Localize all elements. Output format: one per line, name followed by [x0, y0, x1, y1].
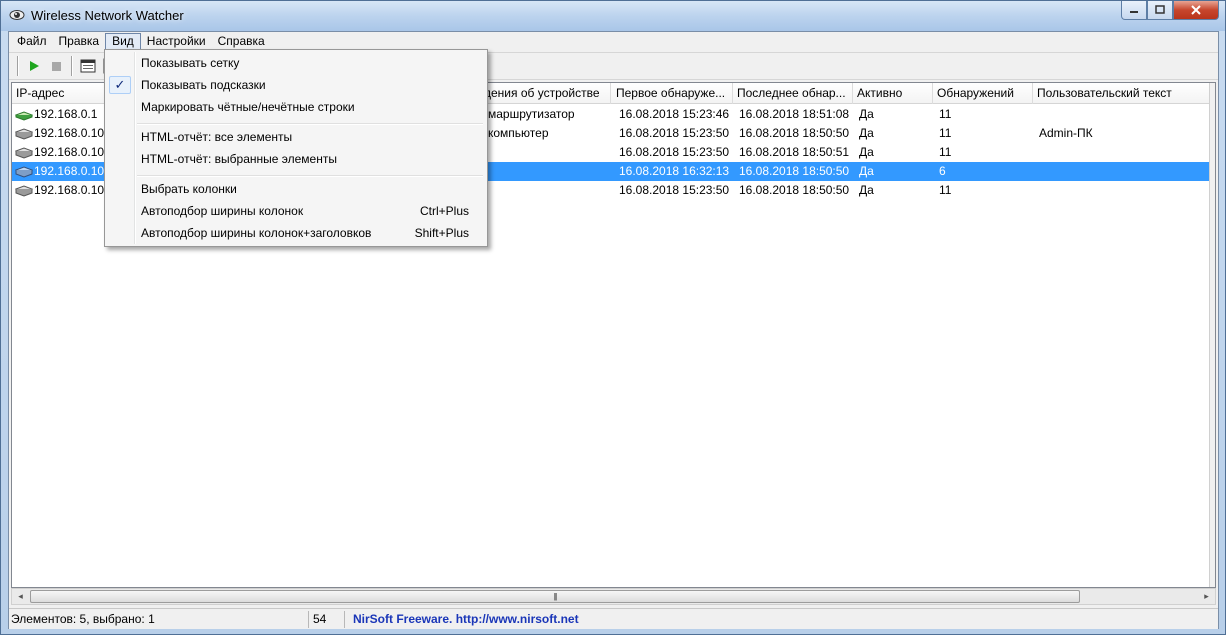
menu-item-auto-size-columns[interactable]: Автоподбор ширины колонок Ctrl+Plus — [107, 200, 485, 222]
menu-separator — [137, 123, 483, 125]
column-first-detected[interactable]: Первое обнаруже... — [612, 83, 733, 104]
minimize-icon — [1130, 11, 1138, 13]
cell-user-text — [1035, 143, 1039, 162]
menu-item-label: Показывать сетку — [141, 56, 240, 70]
menu-view[interactable]: Вид — [105, 33, 141, 50]
cell-last-detected: 16.08.2018 18:50:50 — [739, 183, 850, 197]
column-device-info[interactable]: дения об устройстве — [480, 83, 611, 104]
cell-active: Да — [859, 126, 874, 140]
column-active[interactable]: Активно — [853, 83, 933, 104]
menu-item-shortcut: Shift+Plus — [414, 226, 469, 240]
close-button[interactable] — [1173, 1, 1219, 20]
scroll-right-arrow-icon[interactable]: ▸ — [1198, 589, 1215, 604]
vertical-scrollbar-edge[interactable] — [1209, 83, 1215, 587]
menu-file[interactable]: Файл — [11, 33, 53, 50]
play-icon — [30, 61, 39, 71]
cell-active: Да — [859, 164, 874, 178]
cell-user-text — [1035, 162, 1039, 181]
app-eye-icon — [9, 10, 25, 20]
close-icon — [1191, 5, 1201, 15]
stop-scan-button[interactable] — [45, 55, 67, 77]
cell-detection-count: 11 — [939, 107, 952, 121]
cell-last-detected: 16.08.2018 18:50:50 — [739, 164, 850, 178]
cell-ip: 192.168.0.100 — [34, 145, 111, 159]
cell-device-info: компьютер — [488, 126, 549, 140]
cell-ip: 192.168.0.1 — [34, 107, 98, 121]
status-items-count: Элементов: 5, выбрано: 1 — [9, 611, 309, 628]
properties-window-icon — [80, 59, 96, 73]
menu-item-choose-columns[interactable]: Выбрать колонки — [107, 178, 485, 200]
stop-icon — [52, 62, 61, 71]
column-user-text[interactable]: Пользовательский текст — [1033, 83, 1211, 104]
cell-user-text — [1035, 181, 1039, 200]
menu-item-show-grid[interactable]: Показывать сетку — [107, 52, 485, 74]
menu-item-shortcut: Ctrl+Plus — [419, 204, 469, 218]
menu-item-html-report-selected[interactable]: HTML-отчёт: выбранные элементы — [107, 148, 485, 170]
cell-user-text: Admin-ПК — [1039, 126, 1093, 140]
cell-detection-count: 11 — [939, 126, 952, 140]
cell-detection-count: 11 — [939, 183, 952, 197]
cell-device-info: маршрутизатор — [488, 107, 575, 121]
menu-settings[interactable]: Настройки — [141, 33, 212, 50]
minimize-button[interactable] — [1121, 1, 1147, 20]
title-bar[interactable]: Wireless Network Watcher — [1, 1, 1225, 31]
checkmark-icon: ✓ — [109, 76, 131, 94]
menu-item-mark-odd-even-rows[interactable]: Маркировать чётные/нечётные строки — [107, 96, 485, 118]
cell-detection-count: 11 — [939, 145, 952, 159]
cell-ip: 192.168.0.102 — [34, 183, 111, 197]
maximize-button[interactable] — [1147, 1, 1173, 20]
cell-user-text — [1035, 105, 1039, 124]
cell-first-detected: 16.08.2018 15:23:50 — [619, 145, 730, 159]
menu-item-label: HTML-отчёт: все элементы — [141, 130, 293, 144]
cell-active: Да — [859, 107, 874, 121]
cell-last-detected: 16.08.2018 18:50:50 — [739, 126, 850, 140]
menu-item-html-report-all[interactable]: HTML-отчёт: все элементы — [107, 126, 485, 148]
cell-ip: 192.168.0.101 — [34, 164, 111, 178]
cell-first-detected: 16.08.2018 15:23:46 — [619, 107, 730, 121]
menu-item-label: Автоподбор ширины колонок — [141, 204, 304, 218]
window-controls — [1121, 1, 1219, 21]
cell-detection-count: 6 — [939, 164, 946, 178]
menu-edit[interactable]: Правка — [53, 33, 106, 50]
cell-last-detected: 16.08.2018 18:51:08 — [739, 107, 850, 121]
column-detection-count[interactable]: Обнаружений — [933, 83, 1033, 104]
cell-first-detected: 16.08.2018 15:23:50 — [619, 183, 730, 197]
menu-item-label: Выбрать колонки — [141, 182, 237, 196]
menu-item-show-tooltips[interactable]: ✓ Показывать подсказки — [107, 74, 485, 96]
toolbar-separator — [71, 56, 73, 76]
cell-ip: 192.168.0.103 — [34, 126, 111, 140]
properties-button[interactable] — [77, 55, 99, 77]
start-scan-button[interactable] — [23, 55, 45, 77]
menu-item-label: Маркировать чётные/нечётные строки — [141, 100, 355, 114]
horizontal-scrollbar[interactable]: ◂ ||| ▸ — [11, 588, 1216, 605]
cell-active: Да — [859, 145, 874, 159]
maximize-icon — [1155, 5, 1165, 14]
menu-separator — [137, 175, 483, 177]
status-bar: Элементов: 5, выбрано: 1 54 NirSoft Free… — [9, 608, 1218, 629]
scroll-left-arrow-icon[interactable]: ◂ — [12, 589, 29, 604]
status-number: 54 — [311, 611, 345, 628]
menu-help[interactable]: Справка — [212, 33, 271, 50]
toolbar-grip — [17, 56, 19, 76]
column-last-detected[interactable]: Последнее обнар... — [733, 83, 853, 104]
view-menu-dropdown: Показывать сетку ✓ Показывать подсказки … — [104, 49, 488, 247]
cell-first-detected: 16.08.2018 15:23:50 — [619, 126, 730, 140]
menu-item-label: Показывать подсказки — [141, 78, 266, 92]
scroll-thumb[interactable]: ||| — [30, 590, 1080, 603]
cell-active: Да — [859, 183, 874, 197]
cell-first-detected: 16.08.2018 16:32:13 — [619, 164, 730, 178]
window-title: Wireless Network Watcher — [31, 8, 184, 23]
menu-item-auto-size-columns-headers[interactable]: Автоподбор ширины колонок+заголовков Shi… — [107, 222, 485, 244]
nirsoft-link[interactable]: NirSoft Freeware. http://www.nirsoft.net — [351, 611, 751, 628]
menu-item-label: HTML-отчёт: выбранные элементы — [141, 152, 337, 166]
cell-last-detected: 16.08.2018 18:50:51 — [739, 145, 850, 159]
menu-item-label: Автоподбор ширины колонок+заголовков — [141, 226, 372, 240]
scroll-grip-icon: ||| — [553, 592, 557, 601]
